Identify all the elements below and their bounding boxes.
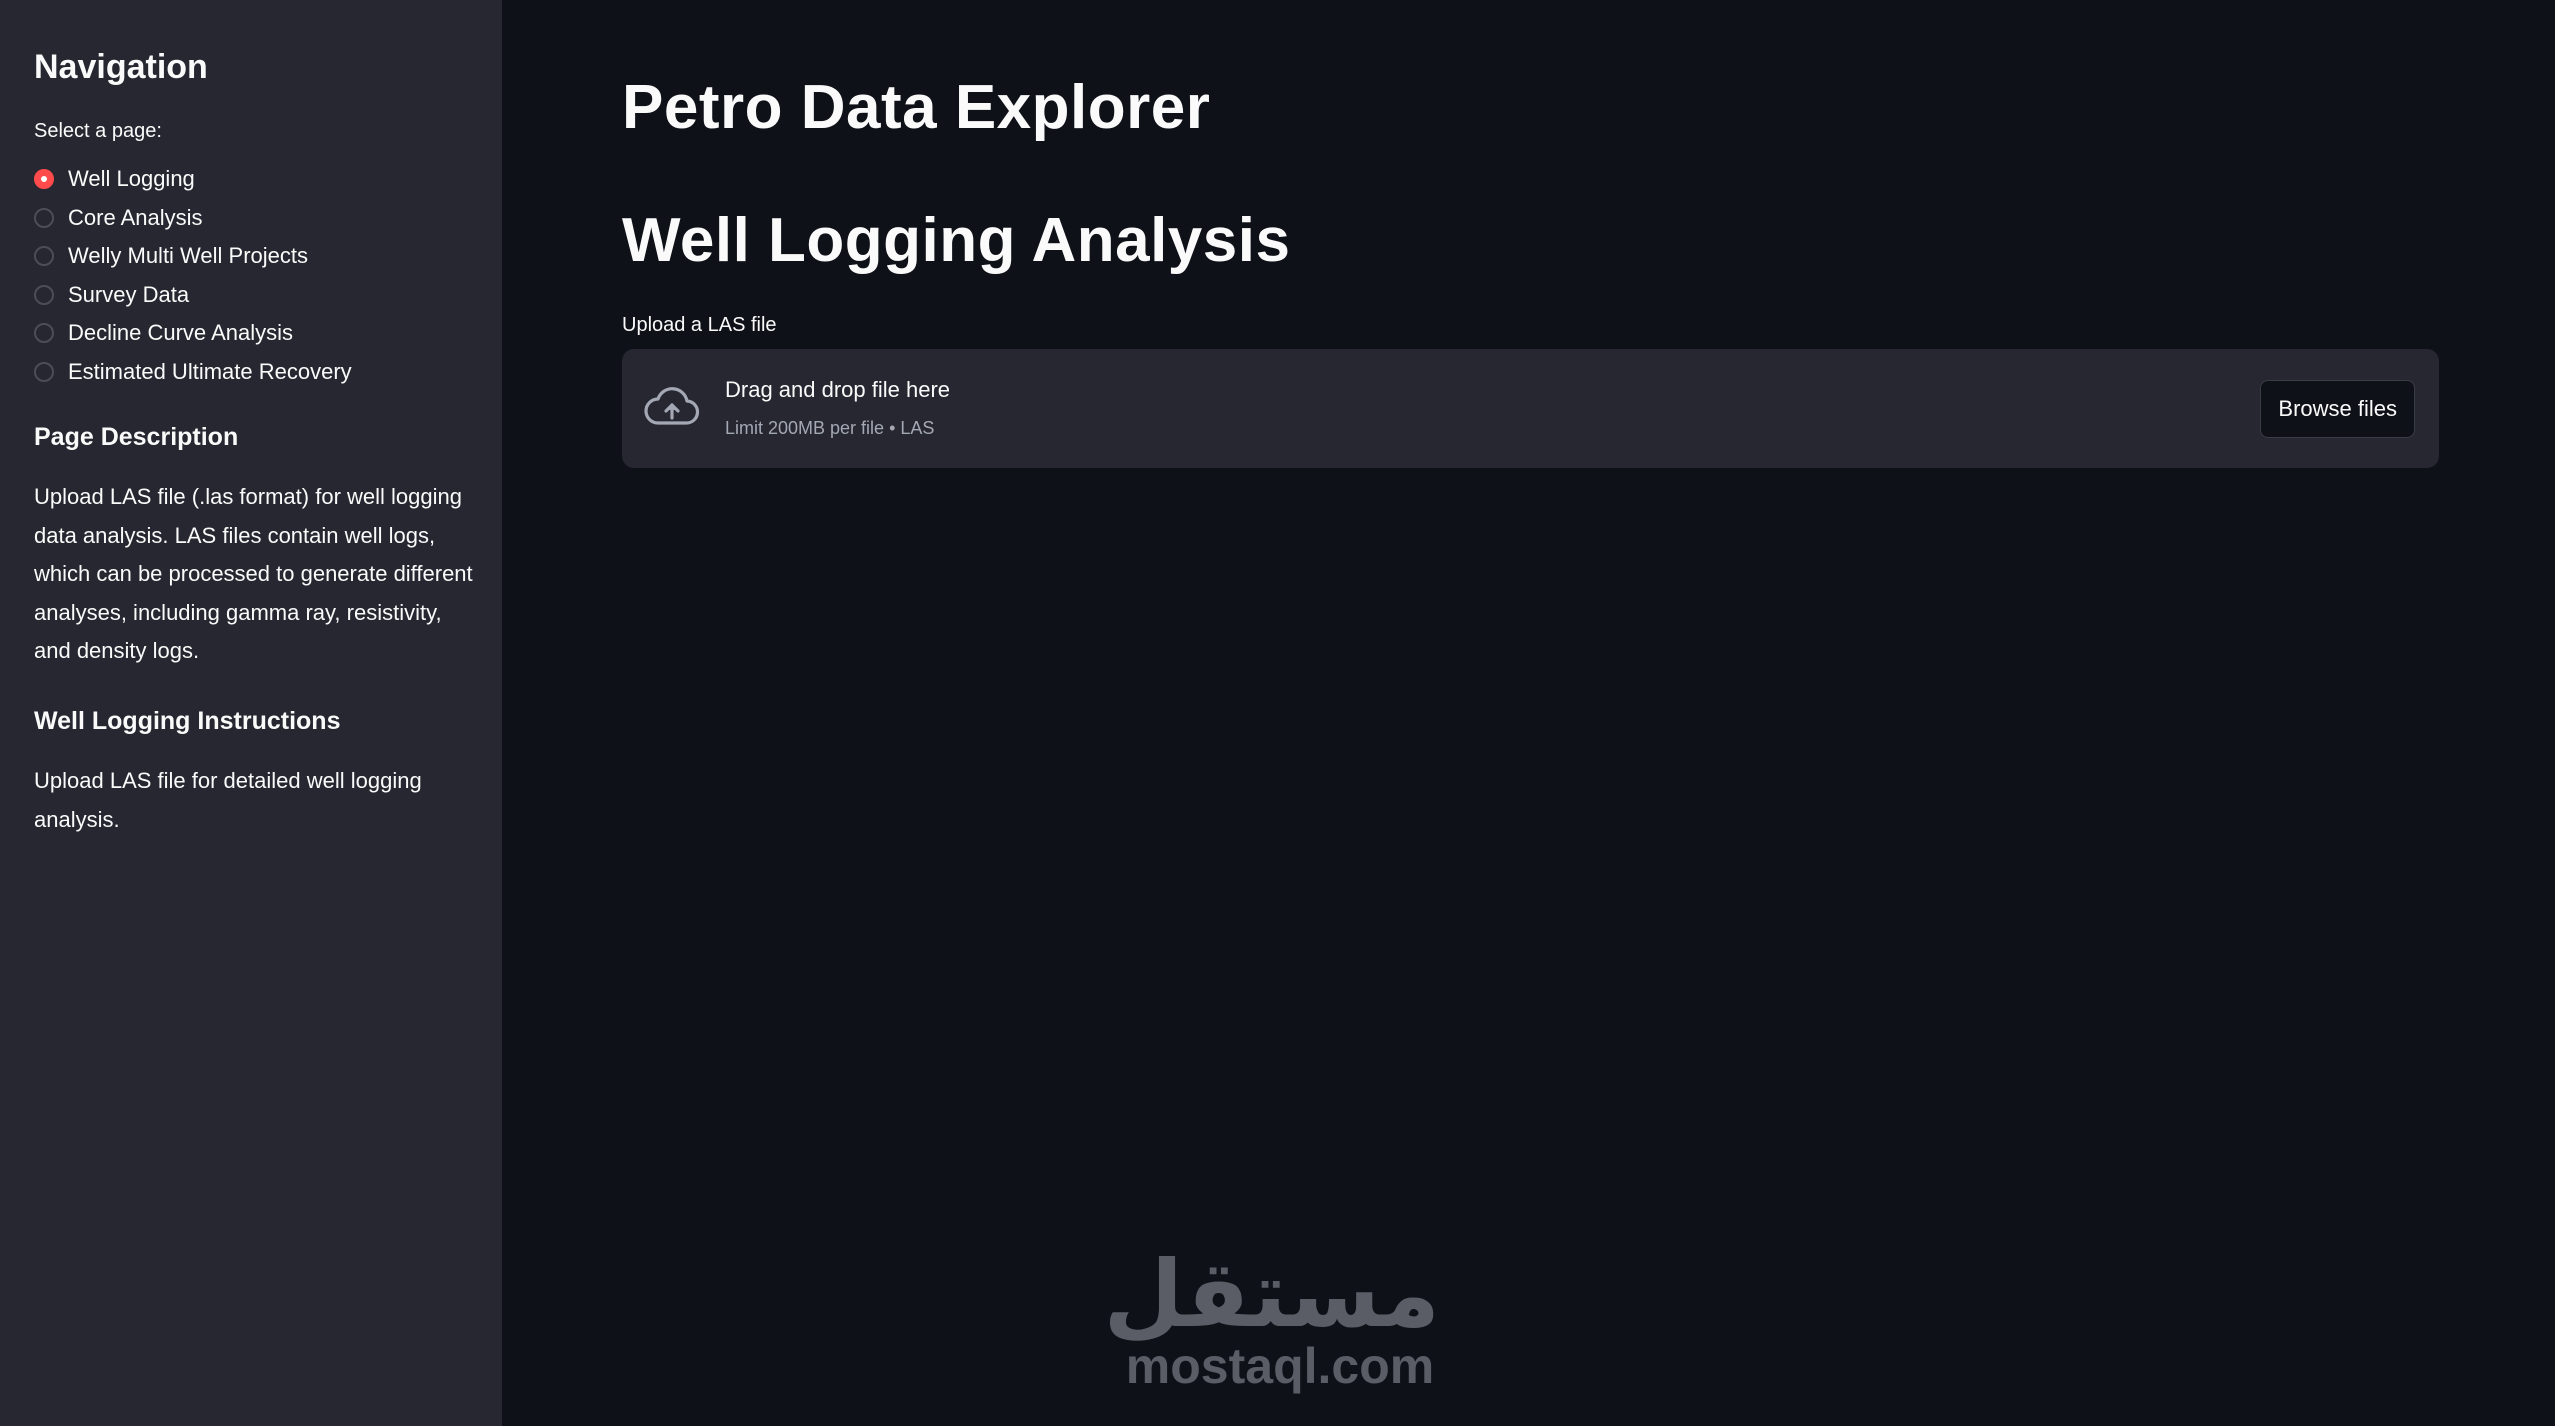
radio-welly-multi-well[interactable]: Welly Multi Well Projects [34,237,352,276]
page-title: Well Logging Analysis [622,206,1291,275]
radio-unselected-icon[interactable] [34,207,54,228]
page-description-heading: Page Description [34,423,239,451]
watermark-latin: mostaql.com [1125,1338,1435,1394]
page-radio-group: Well Logging Core Analysis Welly Multi W… [34,160,352,391]
dropzone-limit: Limit 200MB per file • LAS [725,418,935,438]
radio-label: Survey Data [68,281,190,307]
instructions-text: Upload LAS file for detailed well loggin… [34,768,422,832]
app-window: Navigation Select a page: Well Logging C… [0,0,2555,1426]
radio-well-logging[interactable]: Well Logging [34,160,352,199]
file-dropzone[interactable]: Drag and drop file here Limit 200MB per … [622,349,2439,468]
dropzone-title: Drag and drop file here [725,377,951,402]
app-title: Petro Data Explorer [622,73,1211,142]
radio-label: Decline Curve Analysis [68,320,293,346]
radio-label: Core Analysis [68,204,203,230]
browse-files-button[interactable]: Browse files [2260,380,2415,438]
sidebar: Navigation Select a page: Well Logging C… [0,0,502,1426]
radio-label: Well Logging [68,166,195,192]
radio-eur[interactable]: Estimated Ultimate Recovery [34,353,352,392]
cloud-upload-icon [644,387,700,425]
radio-decline-curve[interactable]: Decline Curve Analysis [34,314,352,353]
radio-unselected-icon[interactable] [34,323,54,344]
radio-core-analysis[interactable]: Core Analysis [34,199,352,238]
page-select-label: Select a page: [34,120,162,142]
radio-label: Estimated Ultimate Recovery [68,358,352,384]
sidebar-title: Navigation [34,48,208,86]
radio-unselected-icon[interactable] [34,284,54,305]
main-content: Petro Data Explorer Well Logging Analysi… [502,0,2555,1426]
page-description-text: Upload LAS file (.las format) for well l… [34,484,473,663]
upload-label: Upload a LAS file [622,314,777,336]
radio-unselected-icon[interactable] [34,246,54,267]
radio-label: Welly Multi Well Projects [68,243,309,269]
instructions-heading: Well Logging Instructions [34,707,341,735]
watermark-arabic: مستقل [1103,1241,1440,1348]
radio-unselected-icon[interactable] [34,361,54,382]
radio-survey-data[interactable]: Survey Data [34,276,352,315]
radio-selected-icon[interactable] [34,169,54,190]
watermark-logo: مستقل mostaql.com [1103,1241,1440,1394]
